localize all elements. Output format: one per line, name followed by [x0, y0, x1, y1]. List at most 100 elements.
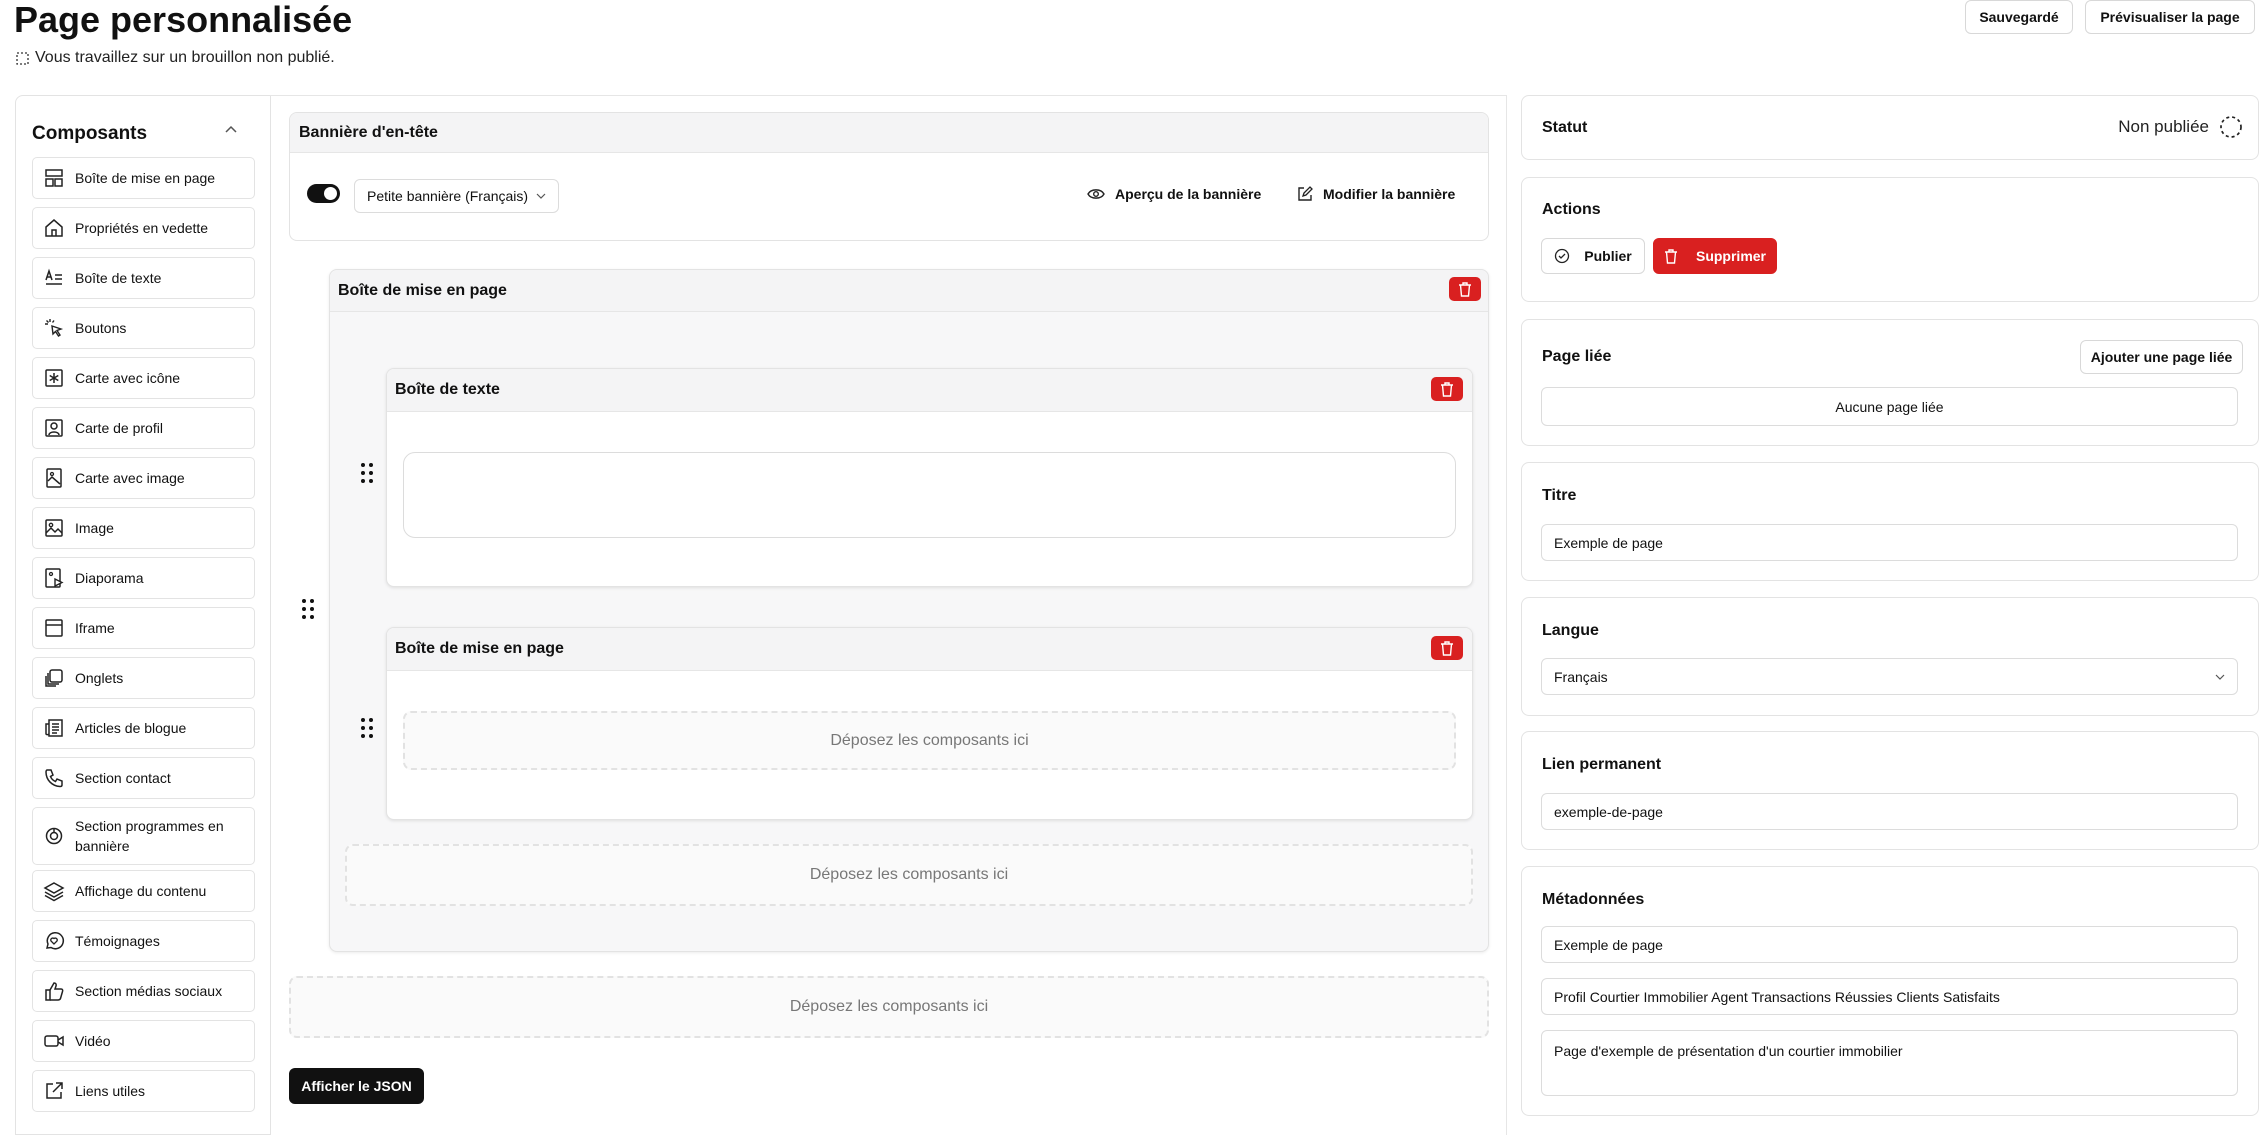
banner-card: Bannière d'en-tête Petite bannière (Fran…	[289, 112, 1489, 241]
thumbs-up-icon	[43, 980, 65, 1002]
component-label: Boîte de texte	[75, 270, 162, 286]
component-item[interactable]: Carte avec image	[32, 457, 255, 499]
meta-title-input[interactable]: Exemple de page	[1541, 926, 2238, 963]
text-icon	[43, 267, 65, 289]
component-label: Section programmes en bannière	[75, 818, 224, 854]
text-box-editor[interactable]	[403, 452, 1456, 538]
component-item[interactable]: Section contact	[32, 757, 255, 799]
component-label: Affichage du contenu	[75, 883, 207, 899]
inner-layout-box: Boîte de mise en page Déposez les compos…	[386, 627, 1473, 820]
component-label: Image	[75, 520, 114, 536]
delete-layout-box-button[interactable]	[1449, 277, 1481, 301]
components-sidebar: Composants Boîte de mise en page Propriét…	[15, 95, 271, 1135]
layers-icon	[43, 880, 65, 902]
preview-page-button[interactable]: Prévisualiser la page	[2085, 0, 2255, 34]
component-item[interactable]: Articles de blogue	[32, 707, 255, 749]
slideshow-icon	[43, 567, 65, 589]
component-label: Carte avec image	[75, 470, 185, 486]
component-label: Section médias sociaux	[75, 983, 223, 999]
badge-icon	[43, 825, 65, 847]
actions-label: Actions	[1542, 201, 1601, 218]
image-icon	[43, 517, 65, 539]
title-label: Titre	[1542, 487, 1577, 504]
language-label: Langue	[1542, 622, 1599, 639]
image-card-icon	[43, 467, 65, 489]
component-item[interactable]: Témoignages	[32, 920, 255, 962]
component-label: Propriétés en vedette	[75, 220, 209, 236]
banner-title: Bannière d'en-tête	[290, 113, 1488, 153]
drop-zone[interactable]: Déposez les composants ici	[403, 711, 1456, 770]
add-linked-page-button[interactable]: Ajouter une page liée	[2080, 340, 2243, 374]
delete-page-button[interactable]: Supprimer	[1653, 238, 1777, 274]
language-select[interactable]: Français	[1541, 658, 2238, 695]
meta-description-textarea[interactable]: Page d'exemple de présentation d'un cour…	[1541, 1030, 2238, 1096]
language-card: Langue Français	[1521, 597, 2259, 716]
banner-preview-button[interactable]: Aperçu de la bannière	[1087, 186, 1261, 202]
title-input[interactable]: Exemple de page	[1541, 524, 2238, 561]
component-label: Iframe	[75, 620, 115, 636]
saved-button[interactable]: Sauvegardé	[1965, 0, 2073, 34]
component-item[interactable]: Iframe	[32, 607, 255, 649]
component-item[interactable]: Boîte de texte	[32, 257, 255, 299]
publish-button[interactable]: Publier	[1541, 238, 1645, 274]
permalink-input[interactable]: exemple-de-page	[1541, 793, 2238, 830]
drag-handle-icon[interactable]	[301, 598, 315, 620]
metadata-card: Métadonnées Exemple de page Profil Court…	[1521, 866, 2259, 1116]
banner-toggle[interactable]	[307, 184, 340, 203]
draft-icon	[16, 51, 29, 65]
component-label: Section contact	[75, 770, 171, 786]
user-card-icon	[43, 417, 65, 439]
component-item[interactable]: Vidéo	[32, 1020, 255, 1062]
component-item[interactable]: Boutons	[32, 307, 255, 349]
delete-text-box-button[interactable]	[1431, 377, 1463, 401]
component-label: Carte avec icône	[75, 370, 181, 386]
component-item[interactable]: Section programmes en bannière	[32, 807, 255, 865]
phone-icon	[43, 767, 65, 789]
linked-page-empty: Aucune page liée	[1541, 387, 2238, 426]
permalink-card: Lien permanent exemple-de-page	[1521, 731, 2259, 850]
home-icon	[43, 217, 65, 239]
eye-icon	[1087, 187, 1105, 201]
component-item[interactable]: Diaporama	[32, 557, 255, 599]
component-label: Articles de blogue	[75, 720, 187, 736]
component-label: Témoignages	[75, 933, 160, 949]
page-title: Page personnalisée	[14, 0, 353, 40]
newspaper-icon	[43, 717, 65, 739]
component-item[interactable]: Liens utiles	[32, 1070, 255, 1112]
edit-icon	[1297, 186, 1313, 202]
metadata-label: Métadonnées	[1542, 891, 1645, 908]
component-label: Vidéo	[75, 1033, 111, 1049]
collapse-icon[interactable]	[224, 124, 238, 134]
show-json-button[interactable]: Afficher le JSON	[289, 1068, 424, 1104]
component-label: Carte de profil	[75, 420, 163, 436]
delete-inner-layout-box-button[interactable]	[1431, 636, 1463, 660]
meta-keywords-input[interactable]: Profil Courtier Immobilier Agent Transac…	[1541, 978, 2238, 1015]
layout-box-title: Boîte de mise en page	[330, 270, 1488, 312]
layout-icon	[43, 167, 65, 189]
external-link-icon	[43, 1080, 65, 1102]
actions-card: Actions Publier Supprimer	[1521, 177, 2259, 302]
text-box-title: Boîte de texte	[387, 369, 1472, 412]
inner-layout-box-title: Boîte de mise en page	[387, 628, 1472, 671]
component-item[interactable]: Carte de profil	[32, 407, 255, 449]
drop-zone[interactable]: Déposez les composants ici	[289, 976, 1489, 1038]
banner-select[interactable]: Petite bannière (Français)	[354, 179, 559, 213]
component-item[interactable]: Section médias sociaux	[32, 970, 255, 1012]
drag-handle-icon[interactable]	[360, 462, 374, 484]
component-label: Boutons	[75, 320, 127, 336]
component-item[interactable]: Carte avec icône	[32, 357, 255, 399]
title-card: Titre Exemple de page	[1521, 462, 2259, 581]
pointer-click-icon	[43, 317, 65, 339]
component-item[interactable]: Boîte de mise en page	[32, 157, 255, 199]
component-item[interactable]: Image	[32, 507, 255, 549]
status-label: Statut	[1542, 119, 1588, 136]
component-item[interactable]: Propriétés en vedette	[32, 207, 255, 249]
banner-edit-button[interactable]: Modifier la bannière	[1297, 186, 1455, 202]
component-item[interactable]: Onglets	[32, 657, 255, 699]
iframe-icon	[43, 617, 65, 639]
drag-handle-icon[interactable]	[360, 717, 374, 739]
text-box: Boîte de texte	[386, 368, 1473, 587]
component-item[interactable]: Affichage du contenu	[32, 870, 255, 912]
component-label: Liens utiles	[75, 1083, 146, 1099]
drop-zone[interactable]: Déposez les composants ici	[345, 844, 1473, 906]
